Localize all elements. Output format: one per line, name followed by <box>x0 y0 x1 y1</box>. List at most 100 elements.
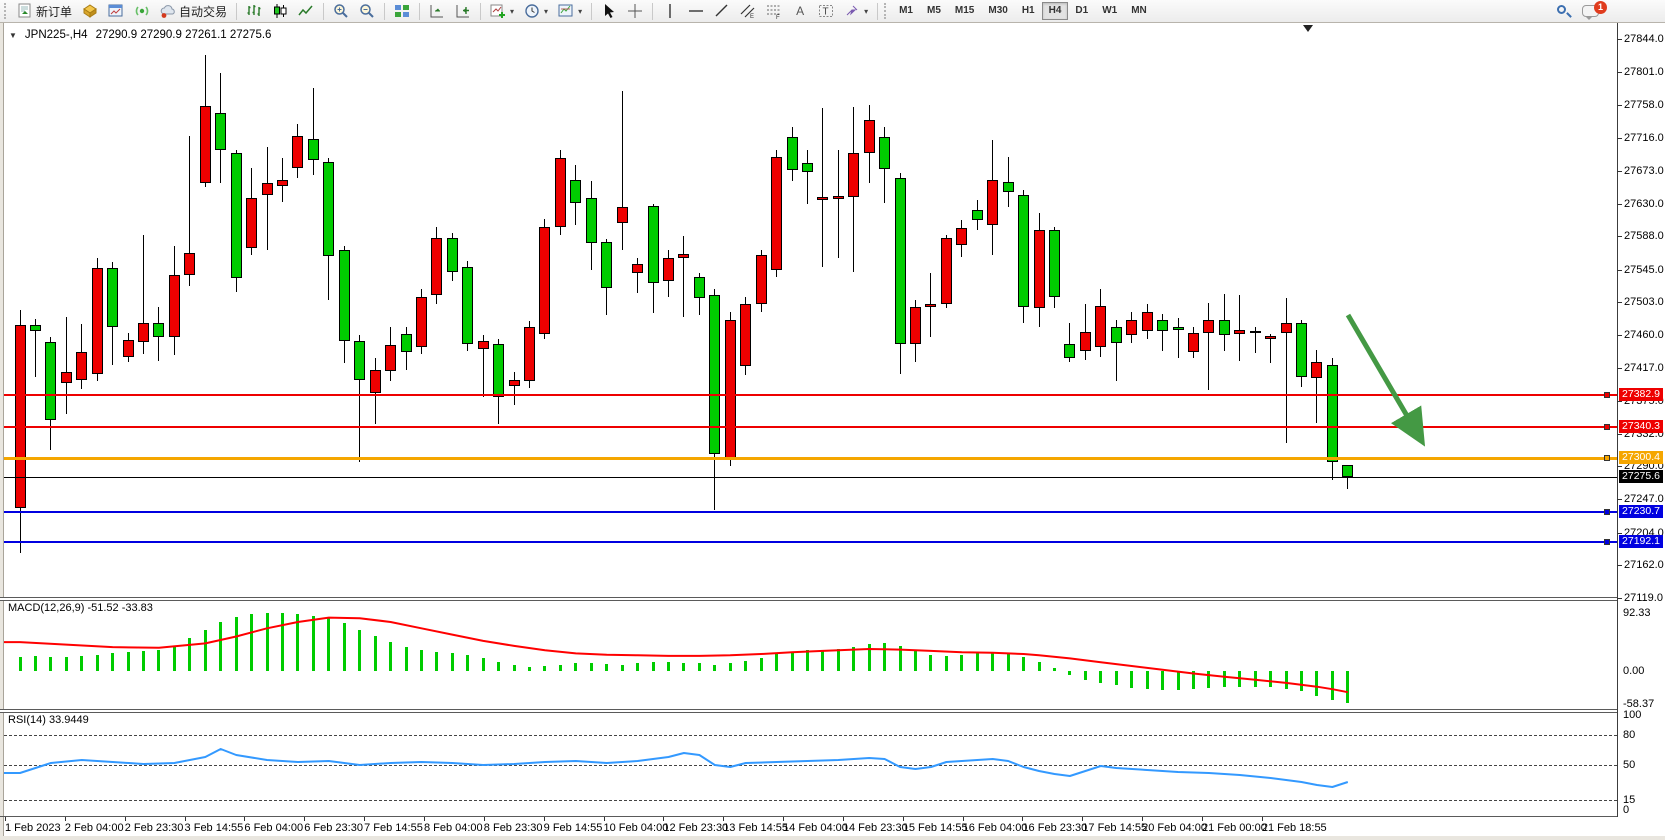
line-handle[interactable] <box>1604 424 1610 430</box>
label-tool-button[interactable]: T <box>813 1 839 21</box>
macd-histogram-bar <box>142 651 145 671</box>
price-tick <box>1617 171 1622 172</box>
panel-separator[interactable] <box>0 597 1617 601</box>
price-level-line[interactable] <box>4 477 1617 478</box>
line-chart-button[interactable] <box>293 1 319 21</box>
equidistant-channel-icon: E <box>740 3 756 19</box>
one-click-trading-toggle[interactable]: ▼ <box>9 31 17 40</box>
new-chart-button[interactable] <box>77 1 103 21</box>
macd-histogram-bar <box>698 663 701 671</box>
indicators-button[interactable]: ▾ <box>485 1 519 21</box>
macd-histogram-bar <box>1315 671 1318 696</box>
timeframe-button-M15[interactable]: M15 <box>948 2 981 20</box>
toolbar-grip[interactable] <box>4 3 8 19</box>
zoom-out-button[interactable] <box>354 1 380 21</box>
panel-separator[interactable] <box>0 709 1617 713</box>
autotrading-button[interactable]: 自动交易 <box>155 1 232 21</box>
price-tick-label: 27119.0 <box>1624 592 1663 604</box>
trendline-tool-button[interactable] <box>709 1 735 21</box>
time-tick <box>65 817 66 821</box>
candle-body <box>1311 362 1322 378</box>
candle-body <box>925 304 936 308</box>
line-handle[interactable] <box>1604 539 1610 545</box>
text-tool-button[interactable]: A <box>787 1 813 21</box>
dropdown-caret: ▾ <box>510 7 514 16</box>
signals-button[interactable] <box>129 1 155 21</box>
zoom-in-button[interactable] <box>328 1 354 21</box>
fibonacci-tool-button[interactable]: F <box>761 1 787 21</box>
crosshair-tool-button[interactable] <box>622 1 648 21</box>
candlestick-button[interactable] <box>267 1 293 21</box>
line-handle[interactable] <box>1604 455 1610 461</box>
price-tick <box>1617 565 1622 566</box>
periods-button[interactable]: ▾ <box>519 1 553 21</box>
candle-body <box>354 341 365 380</box>
macd-histogram-bar <box>528 667 531 671</box>
macd-histogram-bar <box>713 665 716 671</box>
time-tick <box>125 817 126 821</box>
macd-histogram-bar <box>1223 671 1226 687</box>
macd-histogram-bar <box>1192 671 1195 689</box>
timeframe-button-H4[interactable]: H4 <box>1042 2 1069 20</box>
timeframe-button-M1[interactable]: M1 <box>892 2 920 20</box>
candle-body <box>153 323 164 337</box>
bar-chart-button[interactable] <box>241 1 267 21</box>
new-order-button[interactable]: 新订单 <box>12 1 77 21</box>
arrows-tool-button[interactable]: ▾ <box>839 1 873 21</box>
macd-histogram-bar <box>652 662 655 671</box>
macd-histogram-bar <box>806 650 809 671</box>
candle-body <box>200 106 211 183</box>
macd-histogram-bar <box>296 614 299 671</box>
candle-body <box>1142 312 1153 331</box>
timeframe-button-H1[interactable]: H1 <box>1015 2 1042 20</box>
candle-body <box>323 162 334 257</box>
toolbar-grip[interactable] <box>884 3 888 19</box>
tile-windows-button[interactable] <box>389 1 415 21</box>
time-tick <box>424 817 425 821</box>
timeframe-button-M5[interactable]: M5 <box>920 2 948 20</box>
line-handle[interactable] <box>1604 509 1610 515</box>
price-level-line[interactable] <box>4 426 1617 428</box>
macd-histogram-bar <box>420 650 423 671</box>
auto-scroll-button[interactable] <box>424 1 450 21</box>
candle-body <box>61 372 72 383</box>
channel-tool-button[interactable]: E <box>735 1 761 21</box>
timeframe-button-M30[interactable]: M30 <box>981 2 1014 20</box>
timeframe-button-MN[interactable]: MN <box>1124 2 1154 20</box>
macd-histogram-bar <box>266 613 269 671</box>
macd-histogram-bar <box>389 642 392 671</box>
price-level-line[interactable] <box>4 394 1617 396</box>
cursor-tool-button[interactable] <box>596 1 622 21</box>
shift-marker-icon[interactable] <box>1303 25 1313 37</box>
macd-histogram-bar <box>497 662 500 671</box>
profiles-button[interactable] <box>103 1 129 21</box>
price-level-line[interactable] <box>4 541 1617 543</box>
timeframe-button-D1[interactable]: D1 <box>1068 2 1095 20</box>
templates-button[interactable]: ▾ <box>553 1 587 21</box>
macd-histogram-bar <box>65 657 68 671</box>
macd-histogram-bar <box>235 617 238 671</box>
chart-shift-button[interactable] <box>450 1 476 21</box>
hline-tool-button[interactable] <box>683 1 709 21</box>
time-label: 16 Feb 23:30 <box>1022 822 1087 834</box>
price-tick <box>1617 466 1622 467</box>
candle-body <box>1219 320 1230 335</box>
price-level-line[interactable] <box>4 457 1617 460</box>
candle-body <box>987 180 998 225</box>
notification-badge[interactable]: 1 <box>1594 1 1607 14</box>
macd-histogram-bar <box>1115 671 1118 685</box>
line-handle[interactable] <box>1604 392 1610 398</box>
vline-tool-button[interactable] <box>657 1 683 21</box>
signal-icon <box>134 3 150 19</box>
search-icon[interactable] <box>1556 4 1572 20</box>
price-level-line[interactable] <box>4 511 1617 513</box>
candle-body <box>30 325 41 330</box>
time-label: 3 Feb 14:55 <box>185 822 244 834</box>
candle-body <box>632 264 643 273</box>
macd-histogram-bar <box>327 618 330 671</box>
macd-histogram-bar <box>312 616 315 671</box>
chart-plot-area[interactable] <box>0 23 1665 840</box>
timeframe-button-W1[interactable]: W1 <box>1095 2 1124 20</box>
macd-histogram-bar <box>482 658 485 671</box>
macd-histogram-bar <box>667 662 670 671</box>
